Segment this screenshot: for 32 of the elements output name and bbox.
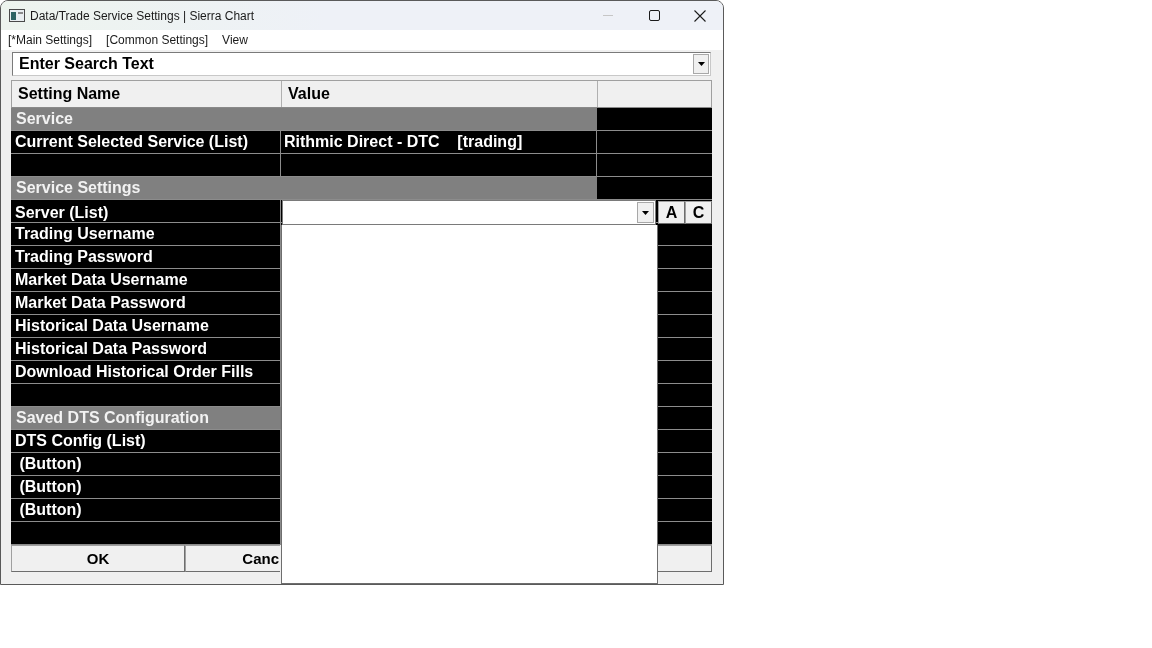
column-header: Setting Name (12, 81, 282, 107)
menu-item[interactable]: [Common Settings] (99, 32, 216, 48)
row-action-button[interactable]: C (685, 201, 712, 224)
group-header: Saved DTS Configuration (11, 407, 281, 429)
setting-name: Trading Password (11, 246, 281, 268)
setting-name: (Button) (11, 499, 281, 521)
group-header: Service (11, 108, 597, 130)
caret-icon (697, 62, 705, 66)
dropdown-button[interactable] (637, 202, 654, 223)
setting-name: (Button) (11, 476, 281, 498)
row-action-button[interactable]: A (658, 201, 685, 224)
window-title: Data/Trade Service Settings | Sierra Chart (30, 8, 256, 23)
setting-name: Historical Data Username (11, 315, 281, 337)
setting-name: Market Data Username (11, 269, 281, 291)
setting-name: Current Selected Service (List) (11, 131, 281, 153)
cancel-button[interactable]: Canc (185, 545, 280, 572)
menu-item[interactable]: [*Main Settings] (1, 32, 100, 48)
setting-name: Trading Username (11, 223, 281, 245)
setting-name: Historical Data Password (11, 338, 281, 360)
ok-button[interactable]: OK (11, 545, 185, 572)
dropdown-button[interactable] (693, 54, 709, 74)
caret-icon (642, 210, 649, 215)
column-header: Value (282, 81, 598, 107)
setting-name: DTS Config (List) (11, 430, 281, 452)
setting-name: (Button) (11, 453, 281, 475)
setting-name: Download Historical Order Fills (11, 361, 281, 383)
empty-button[interactable] (657, 545, 712, 572)
menu-item[interactable]: View (215, 32, 255, 48)
window-icon (9, 9, 25, 22)
setting-name: Market Data Password (11, 292, 281, 314)
group-header: Service Settings (11, 177, 597, 199)
setting-value: Rithmic Direct - DTC [trading] (281, 131, 597, 153)
